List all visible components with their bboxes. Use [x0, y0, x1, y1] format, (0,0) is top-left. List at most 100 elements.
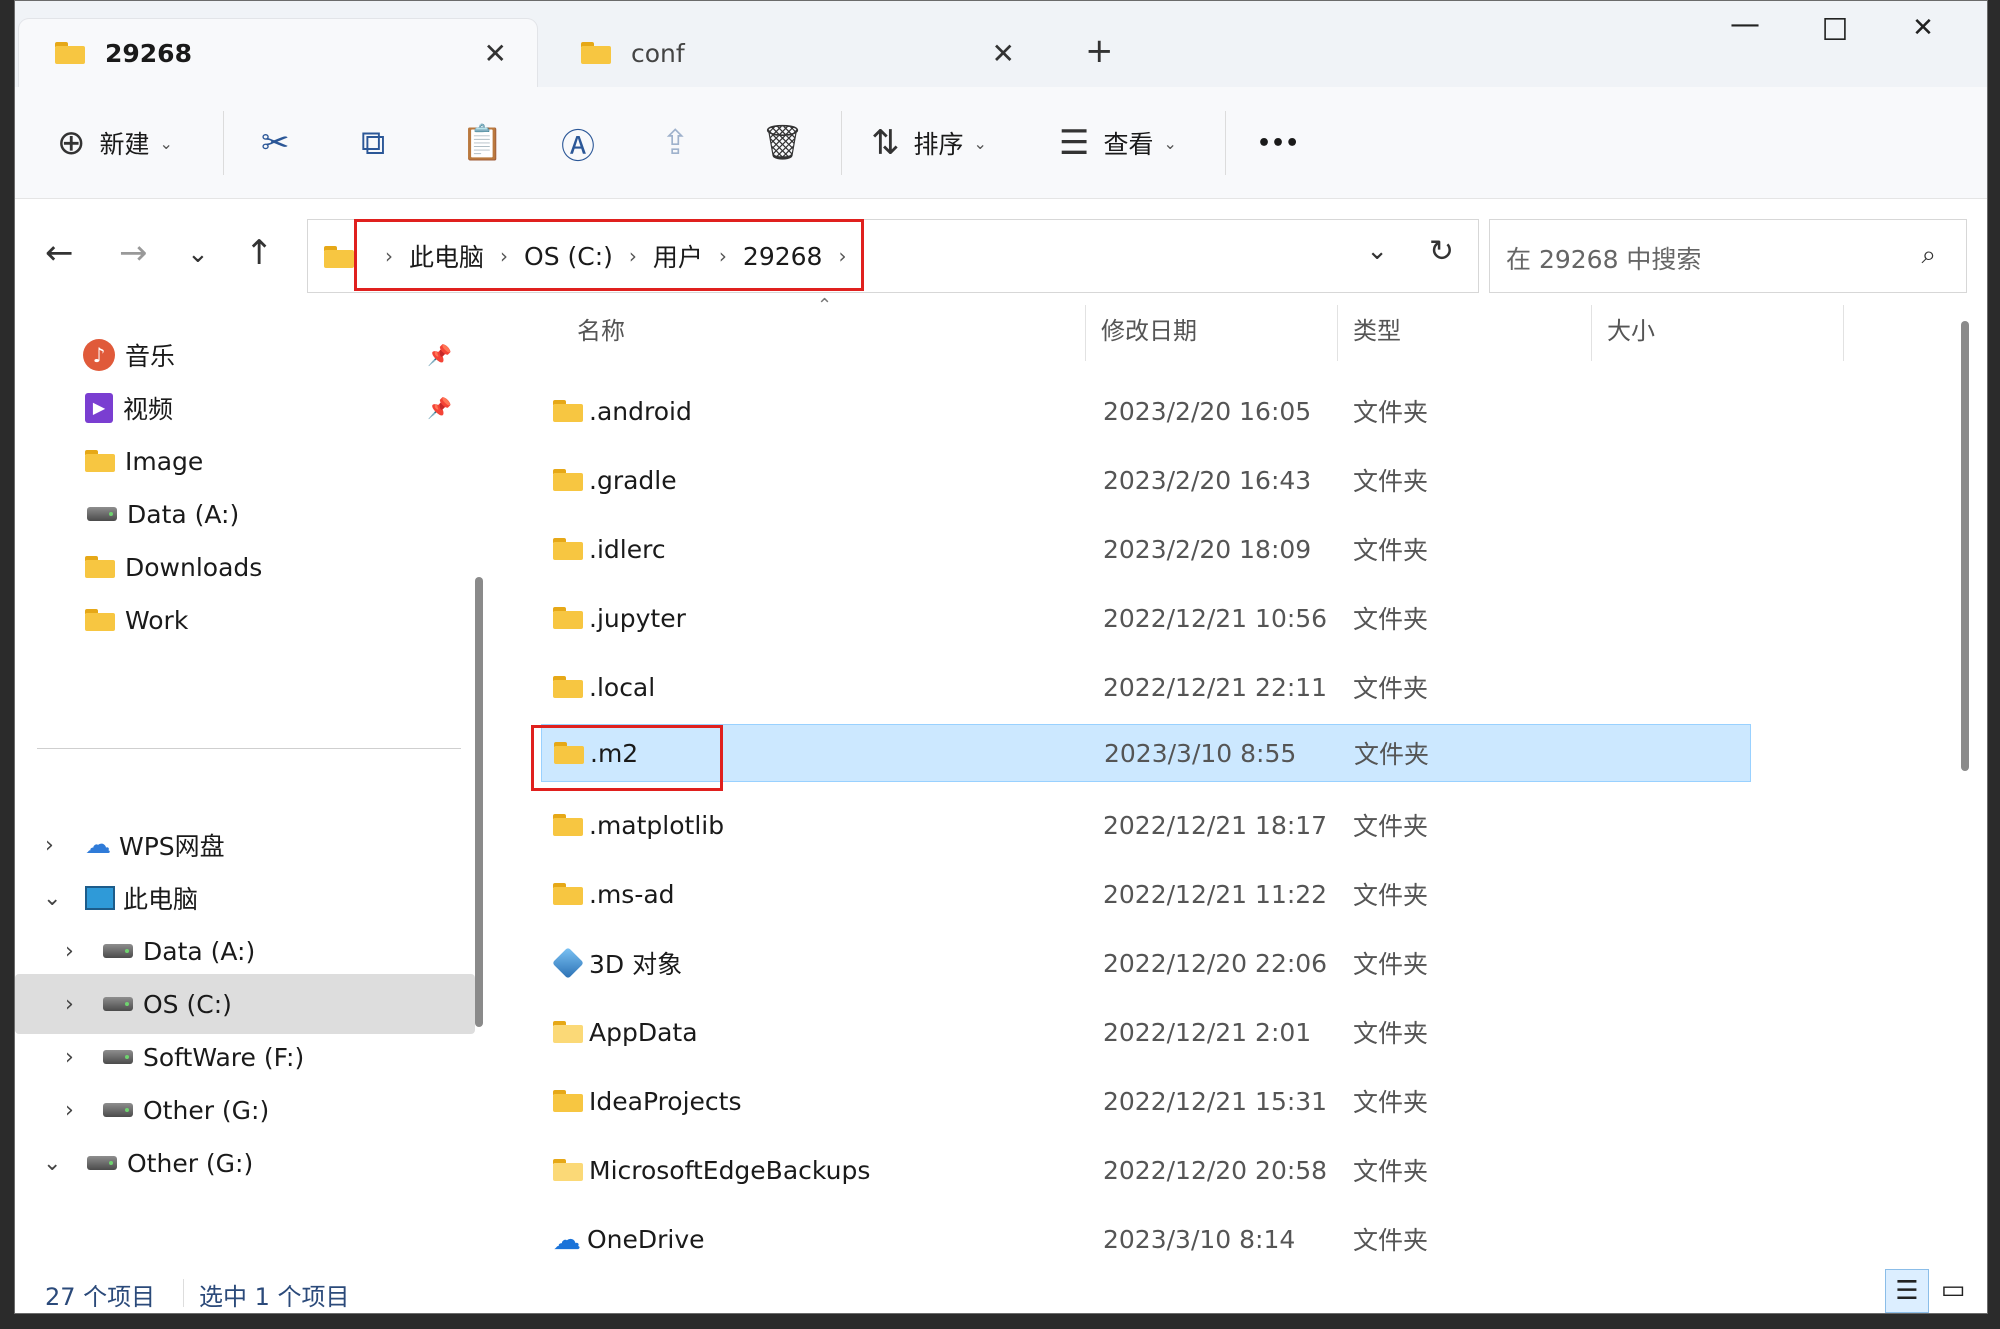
folder-icon	[553, 883, 583, 905]
scissors-icon: ✂	[261, 123, 290, 163]
chevron-right-icon[interactable]: ›	[65, 992, 74, 1017]
tab-conf[interactable]: conf ✕	[545, 19, 1045, 87]
file-type: 文件夹	[1353, 812, 1429, 841]
cut-button[interactable]: ✂	[261, 119, 304, 167]
file-date: 2022/12/21 22:11	[1103, 672, 1328, 702]
column-header-date[interactable]: 修改日期	[1101, 311, 1197, 346]
file-date: 2023/2/20 16:43	[1103, 465, 1312, 495]
file-row[interactable]: .matplotlib 2022/12/21 18:17 文件夹	[541, 799, 1751, 851]
sidebar-item-other-g[interactable]: › Other (G:)	[15, 1080, 475, 1140]
chevron-right-icon[interactable]: ›	[65, 939, 74, 964]
tab-bar: 29268 ✕ conf ✕ + — ☐ ✕	[15, 1, 1987, 87]
sort-button[interactable]: ⇅ 排序 ⌄	[871, 119, 987, 167]
paste-button[interactable]: 📋	[461, 119, 517, 167]
chevron-right-icon[interactable]: ›	[65, 1098, 74, 1123]
file-row[interactable]: .local 2022/12/21 22:11 文件夹	[541, 661, 1751, 713]
breadcrumb-highlight-box	[354, 219, 864, 291]
sidebar-item-image[interactable]: Image	[15, 431, 475, 491]
sidebar-item-os-c[interactable]: › OS (C:)	[15, 974, 475, 1034]
file-row[interactable]: .jupyter 2022/12/21 10:56 文件夹	[541, 592, 1751, 644]
file-list-scrollbar[interactable]	[1961, 321, 1969, 771]
column-header-type[interactable]: 类型	[1353, 311, 1401, 346]
close-tab-icon[interactable]: ✕	[484, 37, 507, 70]
file-row[interactable]: .android 2023/2/20 16:05 文件夹	[541, 385, 1751, 437]
status-divider	[183, 1279, 184, 1307]
file-row[interactable]: 3D 对象 2022/12/20 22:06 文件夹	[541, 937, 1751, 989]
pin-icon[interactable]: 📌	[427, 396, 452, 420]
sidebar-item-data-a-tree[interactable]: › Data (A:)	[15, 921, 475, 981]
folder-icon	[553, 1090, 583, 1112]
search-icon: ⌕	[1921, 240, 1936, 270]
sidebar-item-videos[interactable]: ▶ 视频 📌	[15, 378, 475, 438]
copy-button[interactable]: ⧉	[361, 119, 399, 167]
chevron-right-icon[interactable]: ›	[65, 1045, 74, 1070]
pin-icon[interactable]: 📌	[427, 343, 452, 367]
close-window-button[interactable]: ✕	[1893, 13, 1953, 53]
refresh-icon[interactable]: ↻	[1429, 234, 1454, 269]
onedrive-icon: ☁	[553, 1222, 581, 1256]
large-icons-view-button[interactable]: ▭	[1931, 1269, 1975, 1313]
rename-icon: Ⓐ	[561, 126, 595, 167]
selection-count: 选中 1 个项目	[199, 1283, 350, 1311]
chevron-right-icon[interactable]: ›	[45, 833, 54, 858]
file-name: OneDrive	[587, 1224, 705, 1254]
delete-button[interactable]: 🗑	[761, 119, 818, 167]
column-header-size[interactable]: 大小	[1607, 311, 1655, 346]
folder-icon	[553, 607, 583, 629]
recent-locations-button[interactable]: ⌄	[187, 239, 209, 269]
sidebar-scrollbar[interactable]	[475, 577, 483, 1027]
file-row[interactable]: ☁ OneDrive 2023/3/10 8:14 文件夹	[541, 1213, 1751, 1265]
selection-highlight-box	[531, 725, 723, 791]
new-button[interactable]: ⊕ 新建 ⌄	[57, 119, 173, 167]
sidebar-item-downloads[interactable]: Downloads	[15, 537, 475, 597]
minimize-button[interactable]: —	[1715, 7, 1775, 47]
file-row[interactable]: IdeaProjects 2022/12/21 15:31 文件夹	[541, 1075, 1751, 1127]
search-input[interactable]: 在 29268 中搜索 ⌕	[1489, 219, 1967, 293]
column-header-name[interactable]: 名称	[577, 311, 625, 346]
sidebar-item-this-pc[interactable]: ⌄ 此电脑	[15, 868, 475, 928]
file-row[interactable]: .idlerc 2023/2/20 18:09 文件夹	[541, 523, 1751, 575]
sidebar-item-label: 视频	[123, 395, 174, 424]
sidebar-item-data-a[interactable]: Data (A:)	[15, 484, 475, 544]
details-view-button[interactable]: ☰	[1885, 1269, 1929, 1313]
sidebar-item-wps-drive[interactable]: › ☁ WPS网盘	[15, 815, 475, 875]
sidebar-item-label: Downloads	[125, 552, 263, 582]
chevron-down-icon[interactable]: ⌄	[43, 1151, 61, 1176]
view-button[interactable]: ☰ 查看 ⌄	[1059, 119, 1177, 167]
folder-icon	[85, 556, 115, 578]
new-tab-button[interactable]: +	[1085, 31, 1114, 71]
file-row[interactable]: .ms-ad 2022/12/21 11:22 文件夹	[541, 868, 1751, 920]
sidebar-item-software-f[interactable]: › SoftWare (F:)	[15, 1027, 475, 1087]
file-date: 2022/12/20 20:58	[1103, 1155, 1328, 1185]
file-row[interactable]: MicrosoftEdgeBackups 2022/12/20 20:58 文件…	[541, 1144, 1751, 1196]
share-button[interactable]: ⇪	[661, 119, 704, 167]
forward-button[interactable]: →	[119, 233, 148, 273]
address-history-chevron[interactable]: ⌄	[1366, 236, 1388, 266]
file-row[interactable]: AppData 2022/12/21 2:01 文件夹	[541, 1006, 1751, 1058]
close-tab-icon[interactable]: ✕	[992, 37, 1015, 70]
tab-29268[interactable]: 29268 ✕	[19, 19, 537, 87]
maximize-button[interactable]: ☐	[1805, 13, 1865, 53]
sidebar-item-label: SoftWare (F:)	[143, 1042, 305, 1072]
file-type: 文件夹	[1353, 674, 1429, 703]
chevron-down-icon[interactable]: ⌄	[43, 886, 61, 911]
sidebar-item-work[interactable]: Work	[15, 590, 475, 650]
column-separator[interactable]	[1337, 305, 1338, 361]
column-separator[interactable]	[1843, 305, 1844, 361]
up-button[interactable]: ↑	[245, 233, 274, 273]
sidebar-item-music[interactable]: ♪ 音乐 📌	[15, 325, 475, 385]
more-options-button[interactable]: •••	[1257, 119, 1299, 167]
sort-label: 排序	[913, 130, 964, 159]
sidebar-item-label: OS (C:)	[143, 989, 232, 1019]
toolbar-divider	[1225, 111, 1226, 175]
rename-button[interactable]: Ⓐ	[561, 119, 609, 167]
search-placeholder: 在 29268 中搜索	[1506, 245, 1702, 274]
back-button[interactable]: ←	[45, 233, 74, 273]
file-row[interactable]: .gradle 2023/2/20 16:43 文件夹	[541, 454, 1751, 506]
drive-icon	[103, 944, 133, 958]
column-separator[interactable]	[1085, 305, 1086, 361]
file-date: 2023/2/20 18:09	[1103, 534, 1312, 564]
column-separator[interactable]	[1591, 305, 1592, 361]
sort-icon: ⇅	[871, 123, 900, 163]
sidebar-item-other-g-root[interactable]: ⌄ Other (G:)	[15, 1133, 475, 1193]
